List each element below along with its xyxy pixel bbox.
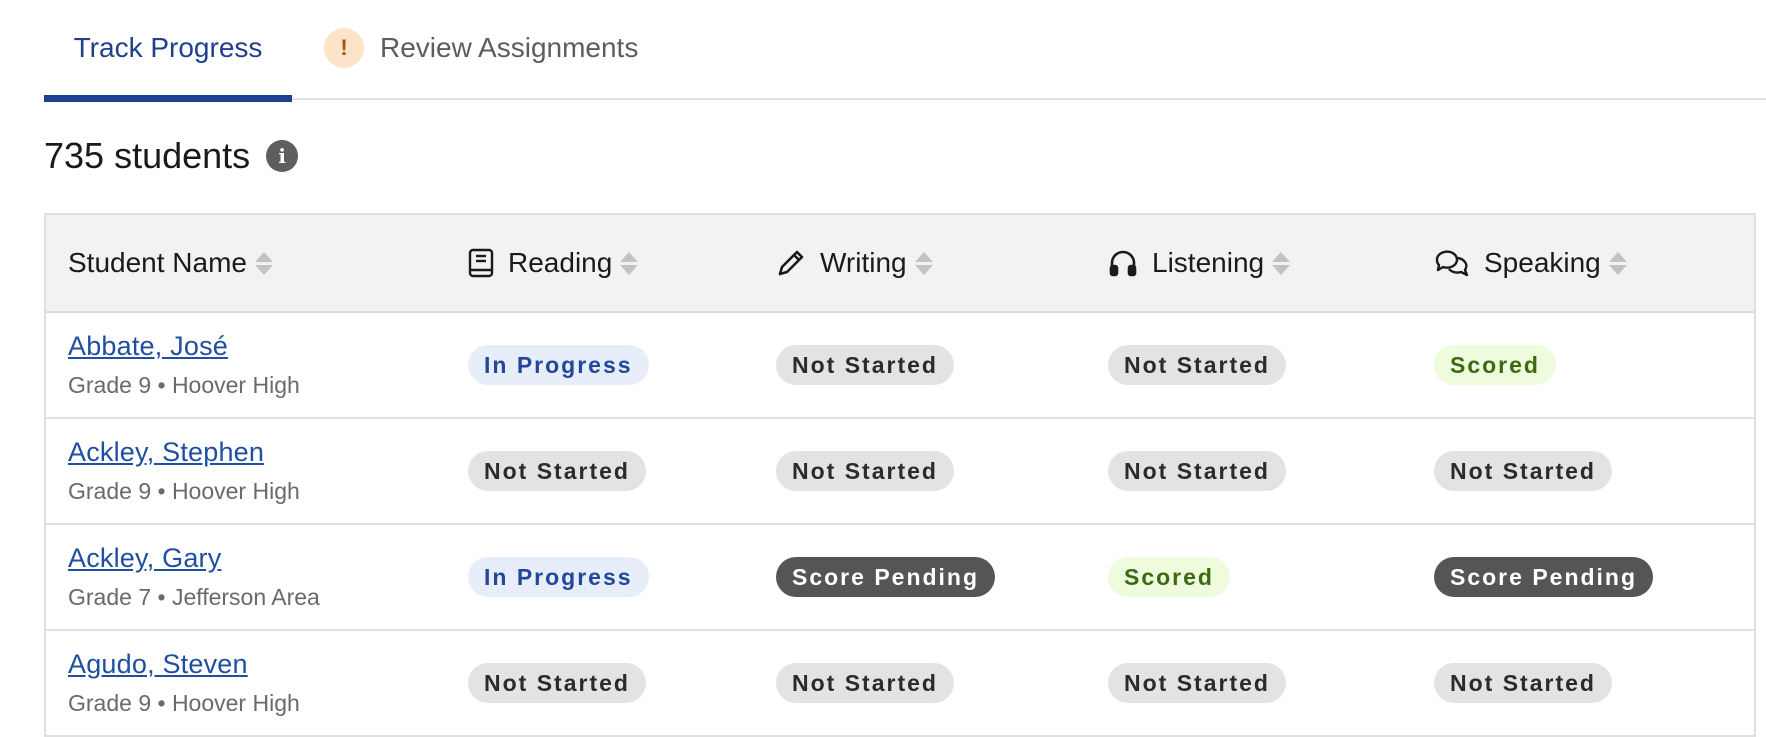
status-badge: Not Started bbox=[776, 663, 954, 703]
status-cell: Not Started bbox=[1434, 631, 1612, 735]
sort-icon[interactable] bbox=[620, 251, 639, 275]
table-row: Agudo, Steven Grade 9 • Hoover High Not St… bbox=[46, 631, 1754, 737]
status-badge: Score Pending bbox=[1434, 557, 1654, 597]
student-name-cell: Abbate, José Grade 9 • Hoover High bbox=[68, 313, 300, 417]
column-header-label: Listening bbox=[1152, 247, 1265, 278]
status-cell: Not Started bbox=[468, 419, 646, 523]
tab-review-assignments-label: Review Assignments bbox=[380, 32, 639, 63]
status-cell: Scored bbox=[1108, 525, 1230, 629]
table-row: Ackley, Gary Grade 7 • Jefferson Area In P… bbox=[46, 525, 1754, 631]
status-badge: Not Started bbox=[1434, 663, 1612, 703]
student-count-row: 735 students i bbox=[44, 132, 299, 180]
status-badge: Not Started bbox=[1108, 451, 1286, 491]
active-tab-indicator bbox=[44, 95, 292, 102]
column-header-reading[interactable]: Reading bbox=[468, 215, 639, 311]
status-cell: Not Started bbox=[1108, 419, 1286, 523]
student-name-link[interactable]: Agudo, Steven bbox=[68, 649, 300, 680]
status-cell: Scored bbox=[1434, 313, 1556, 417]
student-name-cell: Ackley, Gary Grade 7 • Jefferson Area bbox=[68, 525, 320, 629]
tab-track-progress[interactable]: Track Progress bbox=[44, 0, 292, 102]
column-header-writing[interactable]: Writing bbox=[776, 215, 933, 311]
status-badge: Not Started bbox=[468, 451, 646, 491]
status-badge: Scored bbox=[1108, 557, 1230, 597]
column-header-label: Writing bbox=[820, 247, 907, 278]
column-header-speaking[interactable]: Speaking bbox=[1434, 215, 1627, 311]
student-name-cell: Agudo, Steven Grade 9 • Hoover High bbox=[68, 631, 300, 735]
table-header: Student Name Reading Writing Listening S… bbox=[46, 215, 1754, 313]
tab-review-assignments[interactable]: ! Review Assignments bbox=[324, 0, 638, 100]
student-name-link[interactable]: Ackley, Gary bbox=[68, 543, 320, 574]
status-cell: In Progress bbox=[468, 313, 649, 417]
sort-icon[interactable] bbox=[1272, 251, 1291, 275]
student-grade-school: Grade 7 • Jefferson Area bbox=[68, 584, 320, 610]
status-badge: Scored bbox=[1434, 345, 1556, 385]
status-cell: Score Pending bbox=[776, 525, 996, 629]
status-badge: Not Started bbox=[776, 345, 954, 385]
status-cell: Not Started bbox=[776, 313, 954, 417]
tab-bar: Track Progress ! Review Assignments bbox=[44, 0, 1766, 102]
sort-icon[interactable] bbox=[914, 251, 933, 275]
status-badge: In Progress bbox=[468, 345, 649, 385]
status-cell: Not Started bbox=[776, 631, 954, 735]
student-grade-school: Grade 9 • Hoover High bbox=[68, 372, 300, 398]
status-cell: Not Started bbox=[776, 419, 954, 523]
speech-bubbles-icon bbox=[1434, 248, 1470, 278]
table-row: Abbate, José Grade 9 • Hoover High In Prog… bbox=[46, 313, 1754, 419]
status-badge: In Progress bbox=[468, 557, 649, 597]
status-cell: Not Started bbox=[468, 631, 646, 735]
status-cell: Score Pending bbox=[1434, 525, 1654, 629]
status-badge: Not Started bbox=[1108, 663, 1286, 703]
status-badge: Not Started bbox=[776, 451, 954, 491]
table-row: Ackley, Stephen Grade 9 • Hoover High Not … bbox=[46, 419, 1754, 525]
students-table: Student Name Reading Writing Listening S… bbox=[44, 213, 1756, 737]
track-progress-page: Track Progress ! Review Assignments 735 … bbox=[0, 0, 1766, 737]
column-header-label: Speaking bbox=[1484, 247, 1601, 278]
info-icon[interactable]: i bbox=[266, 140, 299, 172]
column-header-student-name[interactable]: Student Name bbox=[68, 215, 273, 311]
pencil-icon bbox=[776, 248, 806, 278]
headphones-icon bbox=[1108, 248, 1138, 278]
status-cell: In Progress bbox=[468, 525, 649, 629]
student-name-link[interactable]: Abbate, José bbox=[68, 331, 300, 362]
status-badge: Score Pending bbox=[776, 557, 996, 597]
student-grade-school: Grade 9 • Hoover High bbox=[68, 478, 300, 504]
column-header-listening[interactable]: Listening bbox=[1108, 215, 1291, 311]
student-count-title: 735 students bbox=[44, 135, 251, 176]
sort-icon[interactable] bbox=[255, 251, 273, 275]
student-grade-school: Grade 9 • Hoover High bbox=[68, 690, 300, 716]
student-name-link[interactable]: Ackley, Stephen bbox=[68, 437, 300, 468]
column-header-label: Reading bbox=[508, 247, 613, 278]
column-header-label: Student Name bbox=[68, 247, 247, 278]
sort-icon[interactable] bbox=[1608, 251, 1627, 275]
book-icon bbox=[468, 248, 494, 278]
status-badge: Not Started bbox=[468, 663, 646, 703]
exclamation-icon: ! bbox=[324, 28, 364, 68]
status-badge: Not Started bbox=[1434, 451, 1612, 491]
status-cell: Not Started bbox=[1434, 419, 1612, 523]
student-name-cell: Ackley, Stephen Grade 9 • Hoover High bbox=[68, 419, 300, 523]
status-cell: Not Started bbox=[1108, 313, 1286, 417]
status-cell: Not Started bbox=[1108, 631, 1286, 735]
tab-track-progress-label: Track Progress bbox=[73, 32, 263, 63]
status-badge: Not Started bbox=[1108, 345, 1286, 385]
